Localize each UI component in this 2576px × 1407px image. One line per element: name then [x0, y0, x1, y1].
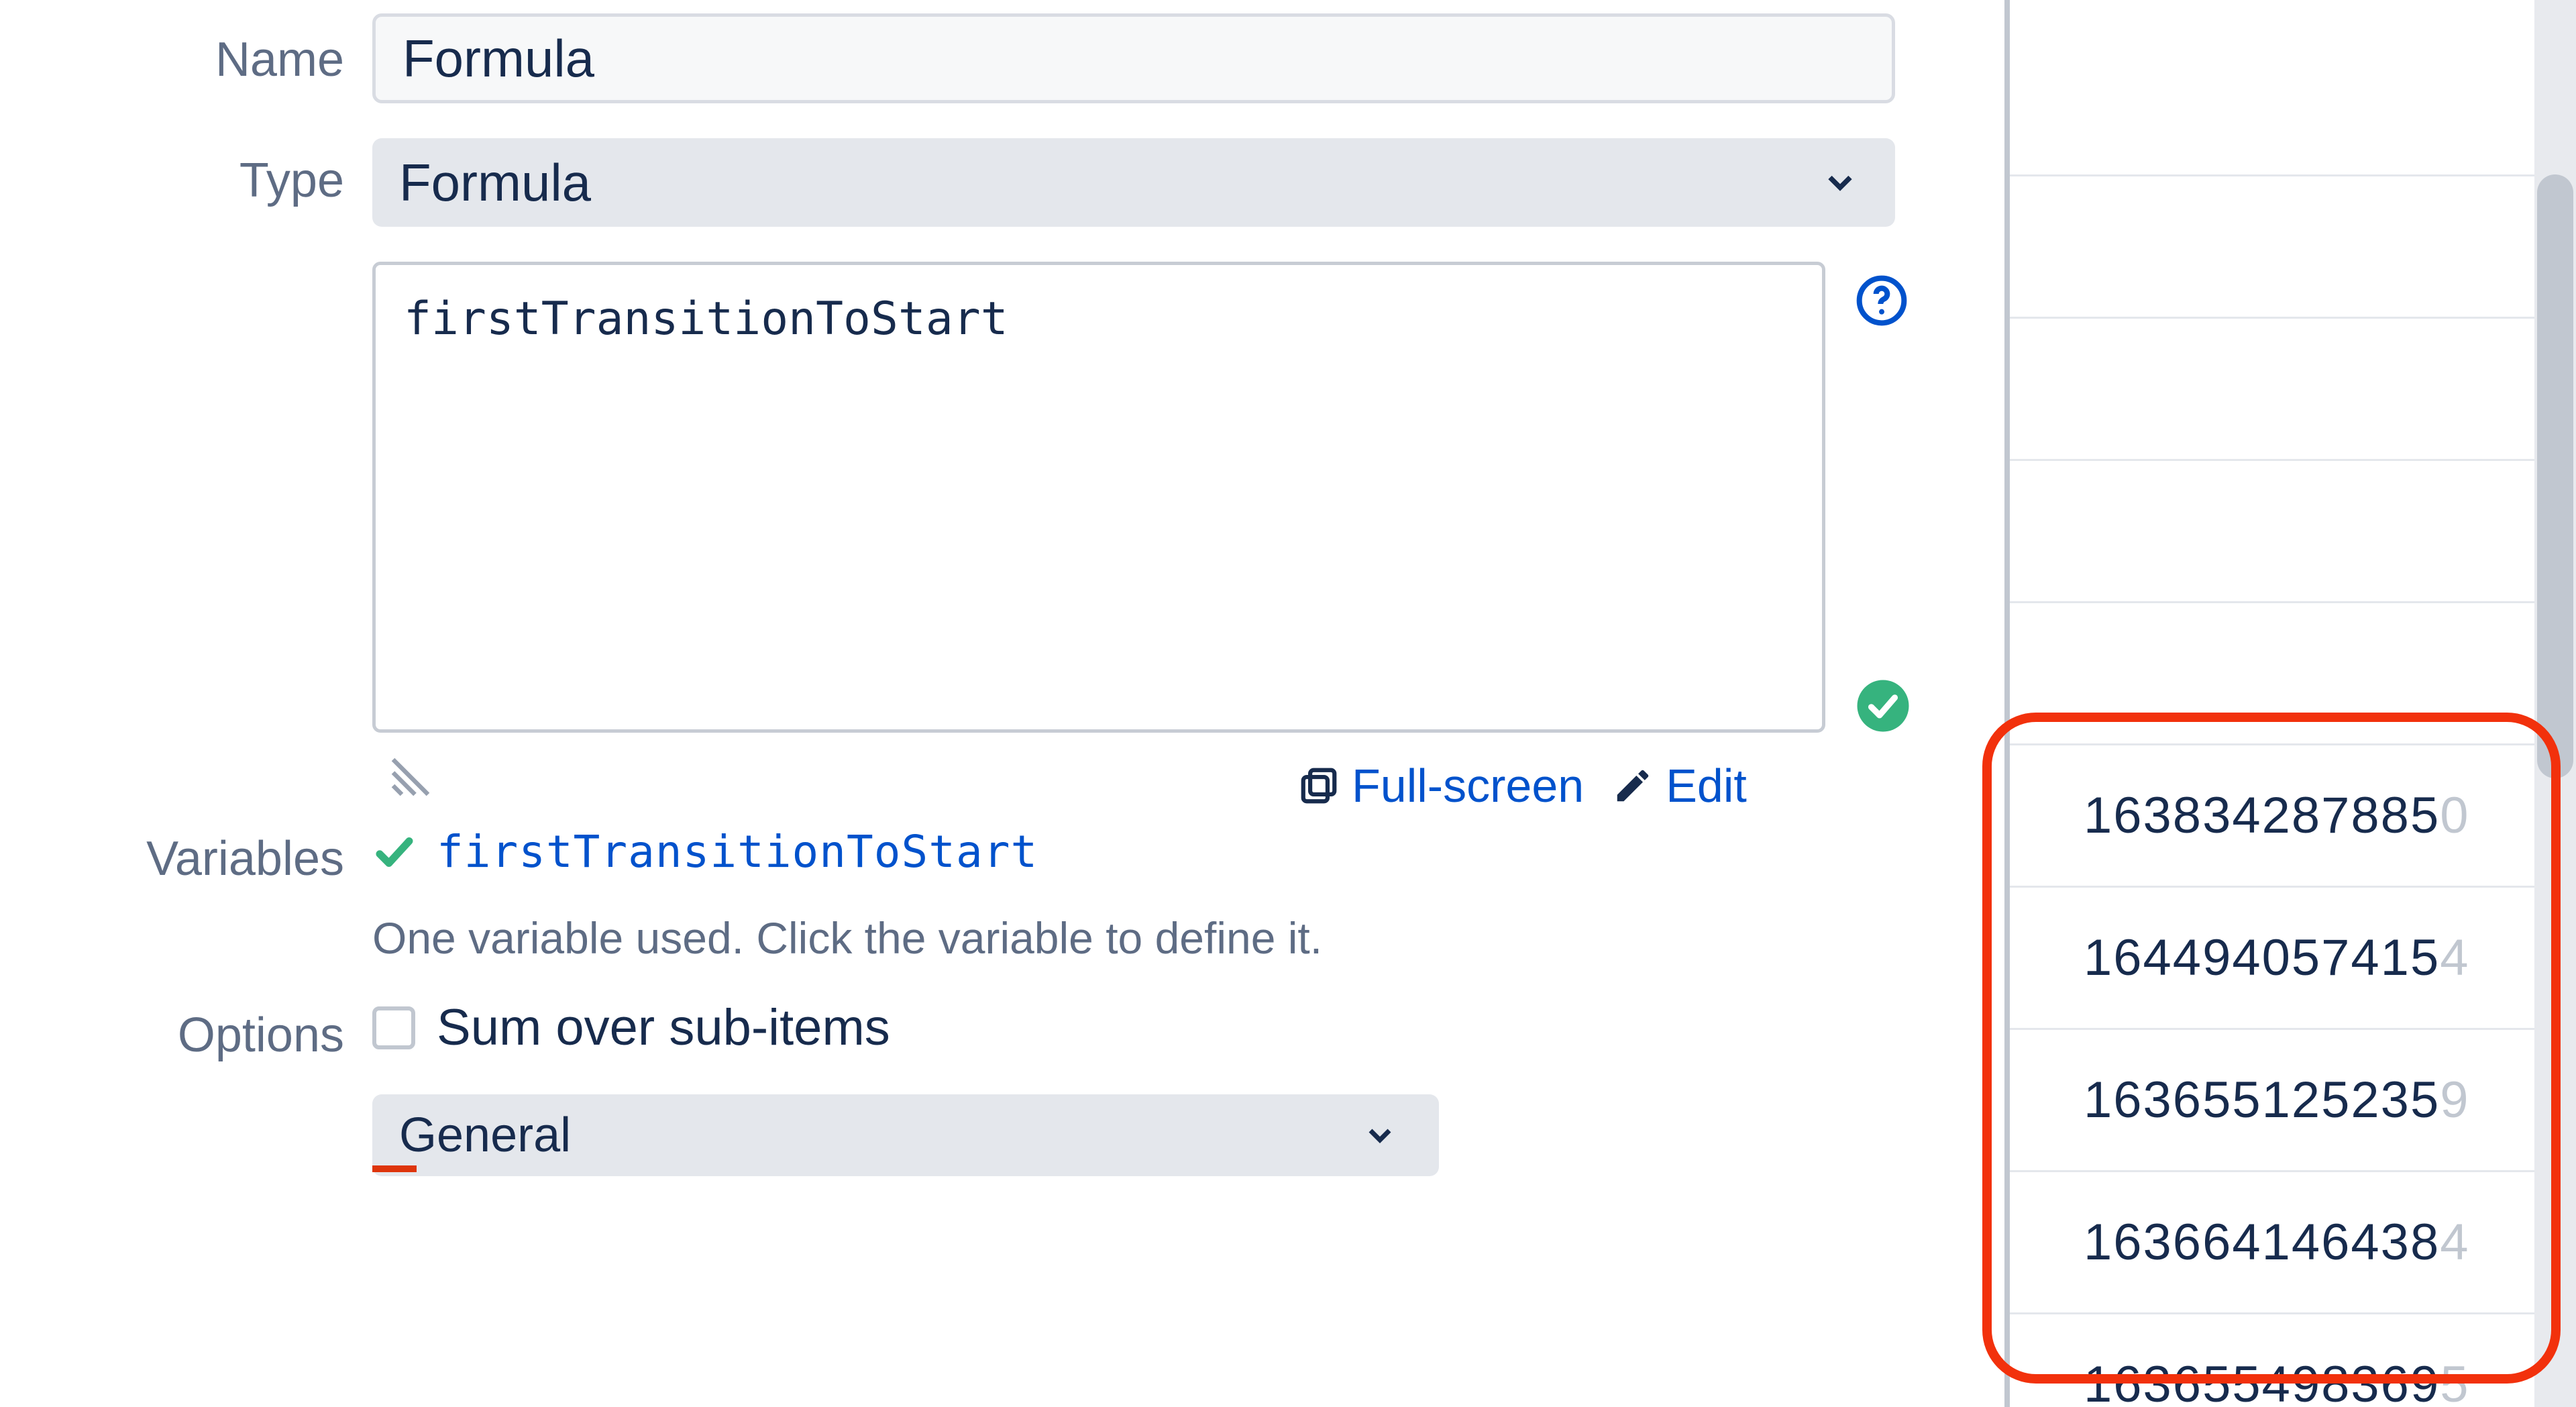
- options-mode-select[interactable]: General: [372, 1094, 1439, 1176]
- pencil-icon: [1612, 765, 1654, 806]
- options-label: Options: [0, 998, 372, 1063]
- row-type: Type Formula: [0, 138, 2004, 227]
- formula-label-empty: [0, 262, 372, 280]
- edit-button[interactable]: Edit: [1612, 759, 1747, 813]
- variables-summary: One variable used. Click the variable to…: [372, 913, 1937, 963]
- row-name: Name: [0, 13, 2004, 103]
- preview-cell: 1644940574154: [2010, 886, 2576, 1028]
- options-mode-value: General: [399, 1108, 571, 1163]
- type-field: Formula: [372, 138, 2004, 227]
- preview-cell: 1636641464384: [2010, 1170, 2576, 1312]
- variables-label: Variables: [0, 826, 372, 886]
- name-field: [372, 13, 2004, 103]
- preview-cell-empty: [2010, 459, 2576, 601]
- scrollbar-thumb[interactable]: [2537, 174, 2573, 778]
- preview-cell: 1638342878850: [2010, 743, 2576, 886]
- options-field: Sum over sub-items General: [372, 998, 2004, 1176]
- sum-label: Sum over sub-items: [437, 998, 890, 1057]
- editor-links: Full-screen Edit: [1298, 759, 1937, 813]
- preview-rows: 1638342878850 1644940574154 163655125235…: [2010, 174, 2576, 1407]
- fullscreen-icon: [1298, 765, 1340, 806]
- chevron-down-icon: [1361, 1116, 1399, 1154]
- preview-cell: 1636551252359: [2010, 1028, 2576, 1170]
- row-options: Options Sum over sub-items General: [0, 998, 2004, 1176]
- type-label: Type: [0, 138, 372, 208]
- help-icon[interactable]: [1855, 274, 1909, 327]
- root: Name Type Formula: [0, 0, 2576, 1407]
- sum-option: Sum over sub-items: [372, 998, 1937, 1057]
- name-input[interactable]: [372, 13, 1895, 103]
- preview-cell-empty: [2010, 174, 2576, 317]
- formula-field: Full-screen Edit: [372, 262, 2004, 813]
- fullscreen-label: Full-screen: [1352, 759, 1584, 813]
- type-select-value: Formula: [399, 152, 591, 213]
- check-circle-icon: [1855, 678, 1911, 734]
- row-variables: Variables firstTransitionToStart One var…: [0, 826, 2004, 963]
- row-formula: Full-screen Edit: [0, 262, 2004, 813]
- preview-cell-empty: [2010, 601, 2576, 743]
- preview-cell: 1636554983695: [2010, 1312, 2576, 1407]
- form-panel: Name Type Formula: [0, 0, 2004, 1407]
- fullscreen-button[interactable]: Full-screen: [1298, 759, 1584, 813]
- edit-label: Edit: [1666, 759, 1747, 813]
- variable-entry: firstTransitionToStart: [372, 826, 1937, 878]
- preview-cell-empty: [2010, 317, 2576, 459]
- panel-divider: [2004, 0, 2010, 1407]
- preview-panel: 1638342878850 1644940574154 163655125235…: [2010, 0, 2576, 1407]
- sum-checkbox[interactable]: [372, 1006, 415, 1049]
- type-select[interactable]: Formula: [372, 138, 1895, 227]
- variable-link[interactable]: firstTransitionToStart: [437, 826, 1038, 878]
- formula-textarea[interactable]: [372, 262, 1825, 733]
- check-icon: [372, 830, 417, 874]
- name-label: Name: [0, 13, 372, 87]
- chevron-down-icon: [1820, 162, 1860, 203]
- variables-field: firstTransitionToStart One variable used…: [372, 826, 2004, 963]
- resize-handle-icon: [384, 751, 437, 803]
